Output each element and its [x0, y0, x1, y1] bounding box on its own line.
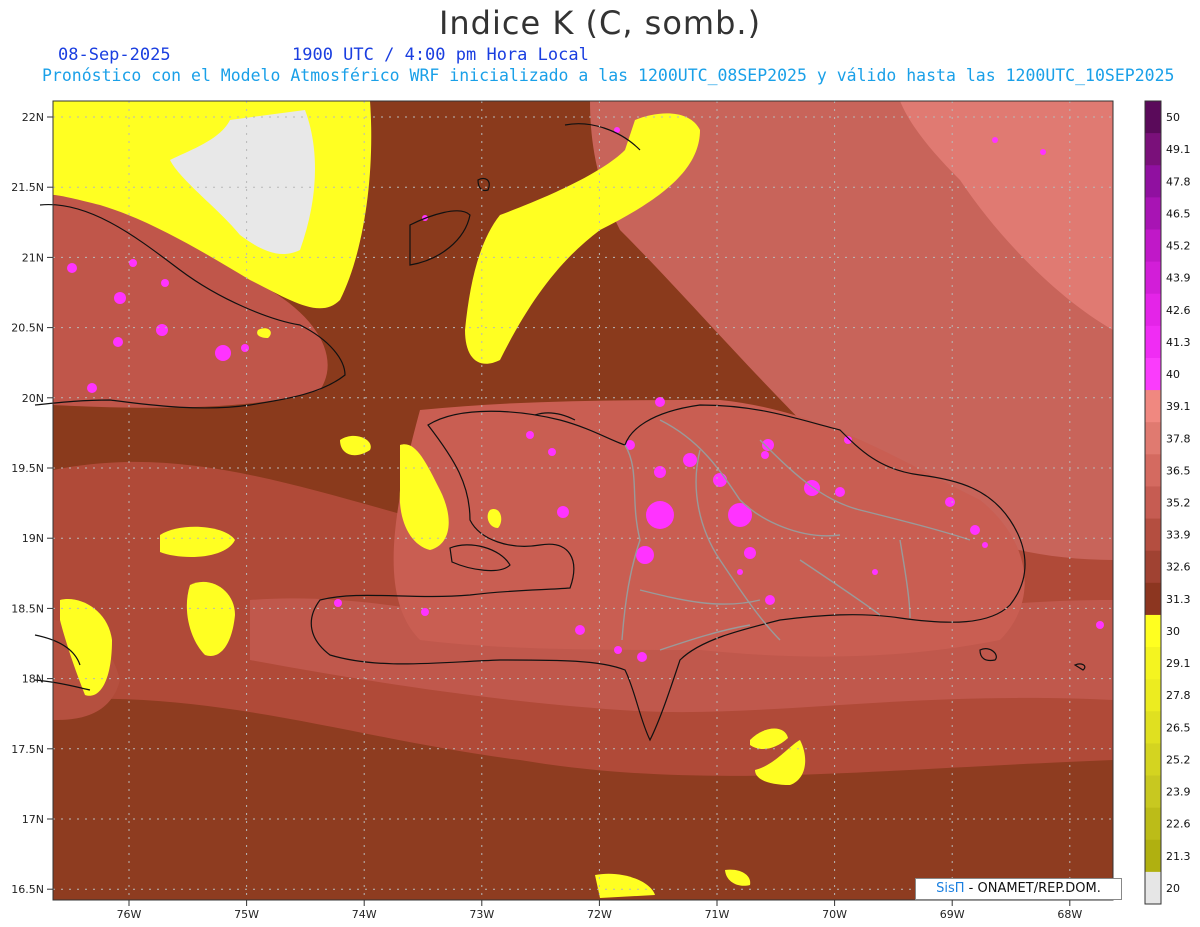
longitude-labels: 76W 75W 74W 73W 72W 71W 70W 69W 68W	[117, 900, 1082, 921]
credit-text: - ONAMET/REP.DOM.	[964, 881, 1101, 896]
lat-label: 21N	[22, 251, 44, 264]
colorbar-label: 50	[1166, 111, 1180, 124]
colorbar-label: 37.8	[1166, 432, 1191, 445]
colorbar-label: 30	[1166, 625, 1180, 638]
colorbar-swatch	[1145, 614, 1161, 648]
lon-label: 73W	[469, 908, 494, 921]
colorbar-label: 36.5	[1166, 464, 1191, 477]
lon-label: 75W	[234, 908, 259, 921]
lat-label: 21.5N	[11, 181, 44, 194]
colorbar-label: 39.1	[1166, 400, 1191, 413]
colorbar-swatch	[1145, 101, 1161, 134]
lon-label: 71W	[705, 908, 730, 921]
colorbar-swatch	[1145, 839, 1161, 873]
colorbar-swatch	[1145, 293, 1161, 327]
colorbar-swatch	[1145, 261, 1161, 295]
colorbar-swatch	[1145, 743, 1161, 777]
lon-label: 76W	[117, 908, 142, 921]
lon-label: 70W	[822, 908, 847, 921]
latitude-labels: 22N 21.5N 21N 20.5N 20N 19.5N 19N 18.5N 18N 17.5N…	[11, 111, 53, 896]
plot-area	[34, 100, 1114, 901]
colorbar-swatch	[1145, 325, 1161, 359]
colorbar-label: 23.9	[1166, 786, 1191, 799]
colorbar-label: 40	[1166, 368, 1180, 381]
lat-label: 19N	[22, 532, 44, 545]
colorbar-label: 25.2	[1166, 753, 1191, 766]
colorbar: 50 49.1 47.8 46.5 45.2 43.9 42.6 41.3 40 39.1 37.8…	[1144, 100, 1191, 905]
lat-label: 17.5N	[11, 743, 44, 756]
k-index-map: 22N 21.5N 21N 20.5N 20N 19.5N 19N 18.5N 18N 17.5N…	[11, 100, 1191, 921]
credit-brand: SisΠ	[936, 881, 965, 896]
colorbar-label: 20	[1166, 882, 1180, 895]
colorbar-swatch	[1145, 711, 1161, 744]
colorbar-label: 45.2	[1166, 240, 1191, 253]
lat-label: 19.5N	[11, 462, 44, 475]
colorbar-label: 27.8	[1166, 689, 1191, 702]
colorbar-label: 41.3	[1166, 336, 1191, 349]
colorbar-swatch	[1145, 390, 1161, 423]
colorbar-swatch	[1145, 357, 1161, 391]
colorbar-swatch	[1145, 518, 1161, 552]
colorbar-swatch	[1145, 165, 1161, 198]
colorbar-label: 33.9	[1166, 529, 1191, 542]
colorbar-label: 32.6	[1166, 561, 1191, 574]
colorbar-swatch	[1145, 454, 1161, 487]
colorbar-label: 46.5	[1166, 207, 1191, 220]
lat-label: 18.5N	[11, 602, 44, 615]
colorbar-swatch	[1145, 229, 1161, 263]
colorbar-label: 22.6	[1166, 818, 1191, 831]
lat-label: 16.5N	[11, 883, 44, 896]
lon-label: 69W	[940, 908, 965, 921]
lon-label: 72W	[587, 908, 612, 921]
colorbar-swatch	[1145, 647, 1161, 680]
colorbar-label: 31.3	[1166, 593, 1191, 606]
colorbar-swatch	[1145, 807, 1161, 841]
credit-box: SisΠ - ONAMET/REP.DOM.	[915, 878, 1122, 900]
lat-label: 22N	[22, 111, 44, 124]
lat-label: 20N	[22, 392, 44, 405]
colorbar-swatch	[1145, 871, 1161, 905]
colorbar-label: 47.8	[1166, 175, 1191, 188]
lat-label: 17N	[22, 813, 44, 826]
lon-label: 68W	[1057, 908, 1082, 921]
colorbar-label: 26.5	[1166, 721, 1191, 734]
colorbar-swatch	[1145, 550, 1161, 584]
colorbar-swatch	[1145, 486, 1161, 520]
colorbar-swatch	[1145, 422, 1161, 455]
colorbar-swatch	[1145, 197, 1161, 230]
colorbar-swatch	[1145, 582, 1161, 616]
colorbar-swatch	[1145, 133, 1161, 166]
colorbar-label: 42.6	[1166, 304, 1191, 317]
colorbar-label: 49.1	[1166, 143, 1191, 156]
colorbar-label: 21.3	[1166, 850, 1191, 863]
colorbar-swatch	[1145, 775, 1161, 809]
colorbar-label: 43.9	[1166, 272, 1191, 285]
lat-label: 18N	[22, 673, 44, 686]
colorbar-label: 29.1	[1166, 657, 1191, 670]
colorbar-swatch	[1145, 679, 1161, 712]
lat-label: 20.5N	[11, 322, 44, 335]
lon-label: 74W	[352, 908, 377, 921]
colorbar-label: 35.2	[1166, 497, 1191, 510]
